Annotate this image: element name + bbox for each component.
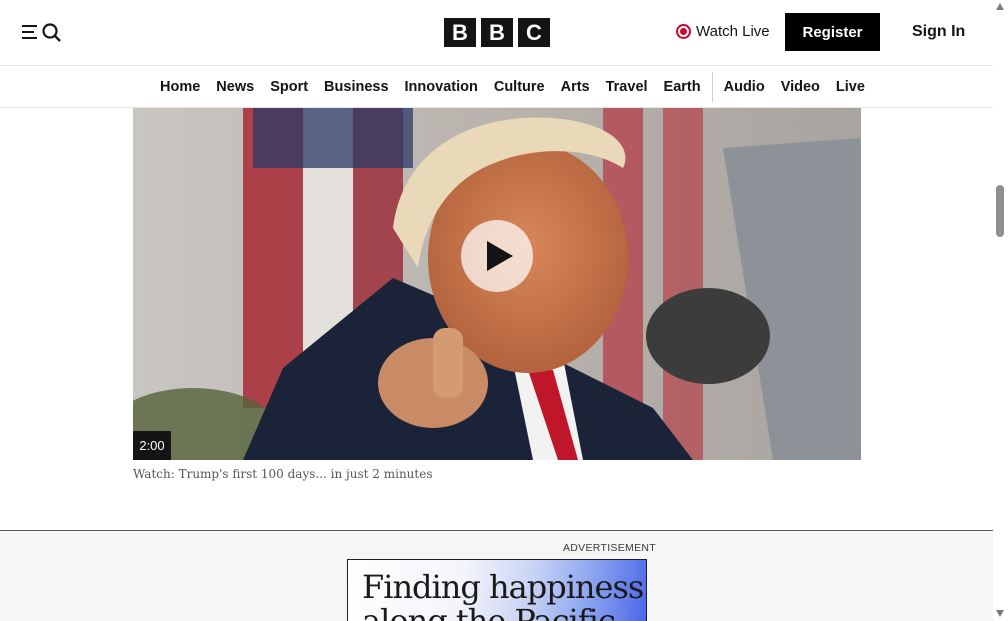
advertisement-section: ADVERTISEMENT Finding happiness along th…	[0, 530, 993, 621]
sign-in-button[interactable]: Sign In	[912, 23, 965, 41]
nav-item-home[interactable]: Home	[152, 79, 208, 95]
scrollbar-track[interactable]	[993, 0, 1008, 621]
logo-block-c: C	[518, 18, 550, 47]
nav-item-arts[interactable]: Arts	[553, 79, 598, 95]
nav-item-audio[interactable]: Audio	[716, 79, 773, 95]
video-caption: Watch: Trump's first 100 days... in just…	[133, 467, 433, 481]
menu-search-button[interactable]	[22, 22, 62, 42]
nav-item-news[interactable]: News	[208, 79, 262, 95]
site-header: B B C Watch Live Register Sign In	[0, 0, 993, 66]
nav-item-business[interactable]: Business	[316, 79, 396, 95]
watch-live-label: Watch Live	[696, 23, 770, 40]
live-indicator-icon	[676, 24, 691, 39]
main-nav: Home News Sport Business Innovation Cult…	[0, 66, 993, 108]
video-player[interactable]: 2:00	[133, 108, 861, 460]
nav-divider	[711, 72, 713, 102]
video-duration-badge: 2:00	[133, 431, 171, 460]
scroll-up-arrow-icon[interactable]	[996, 3, 1004, 10]
logo-block-b2: B	[481, 18, 513, 47]
play-icon[interactable]	[461, 220, 533, 292]
scrollbar-thumb[interactable]	[996, 185, 1004, 237]
advertisement-banner[interactable]: Finding happiness along the Pacific	[347, 559, 647, 621]
logo-block-b1: B	[444, 18, 476, 47]
advertisement-label: ADVERTISEMENT	[563, 542, 656, 554]
search-icon	[42, 23, 61, 42]
scroll-down-arrow-icon[interactable]	[996, 610, 1004, 617]
nav-item-video[interactable]: Video	[773, 79, 828, 95]
nav-item-innovation[interactable]: Innovation	[397, 79, 486, 95]
bbc-logo[interactable]: B B C	[444, 18, 550, 47]
nav-item-culture[interactable]: Culture	[486, 79, 553, 95]
ad-headline-line1: Finding happiness	[362, 568, 644, 606]
nav-item-sport[interactable]: Sport	[262, 79, 316, 95]
ad-headline-line2: along the Pacific	[362, 602, 616, 621]
nav-item-live[interactable]: Live	[828, 79, 873, 95]
watch-live-link[interactable]: Watch Live	[676, 23, 770, 40]
nav-items: Home News Sport Business Innovation Cult…	[152, 66, 873, 108]
ad-headline: Finding happiness along the Pacific	[362, 568, 644, 621]
register-button[interactable]: Register	[785, 13, 880, 51]
nav-item-earth[interactable]: Earth	[656, 79, 709, 95]
nav-item-travel[interactable]: Travel	[598, 79, 656, 95]
